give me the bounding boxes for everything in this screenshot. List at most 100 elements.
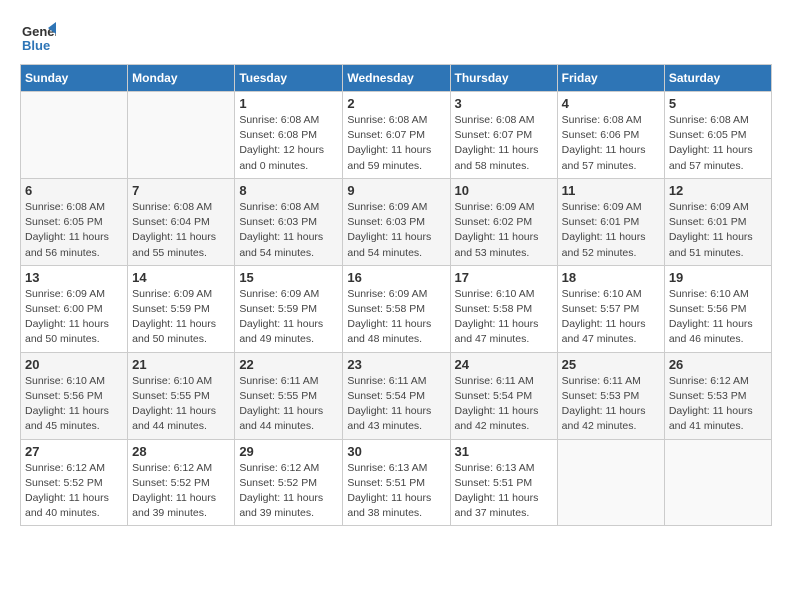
day-info: Sunrise: 6:08 AM Sunset: 6:08 PM Dayligh… xyxy=(239,113,338,174)
calendar-week-2: 6Sunrise: 6:08 AM Sunset: 6:05 PM Daylig… xyxy=(21,178,772,265)
calendar-cell: 17Sunrise: 6:10 AM Sunset: 5:58 PM Dayli… xyxy=(450,265,557,352)
day-number: 28 xyxy=(132,444,230,459)
day-info: Sunrise: 6:12 AM Sunset: 5:52 PM Dayligh… xyxy=(25,461,123,522)
calendar-cell: 19Sunrise: 6:10 AM Sunset: 5:56 PM Dayli… xyxy=(664,265,771,352)
day-number: 1 xyxy=(239,96,338,111)
header-day-friday: Friday xyxy=(557,65,664,92)
day-number: 11 xyxy=(562,183,660,198)
calendar-cell: 7 Sunrise: 6:08 AM Sunset: 6:04 PM Daylig… xyxy=(128,178,235,265)
day-number: 31 xyxy=(455,444,553,459)
day-number: 16 xyxy=(347,270,445,285)
day-number: 18 xyxy=(562,270,660,285)
page: General Blue SundayMondayTuesdayWednesda… xyxy=(0,0,792,536)
day-info: Sunrise: 6:08 AM Sunset: 6:03 PM Dayligh… xyxy=(239,200,338,261)
calendar-cell: 9 Sunrise: 6:09 AM Sunset: 6:03 PM Daylig… xyxy=(343,178,450,265)
calendar-cell: 14 Sunrise: 6:09 AM Sunset: 5:59 PM Dayli… xyxy=(128,265,235,352)
day-info: Sunrise: 6:11 AM Sunset: 5:54 PM Dayligh… xyxy=(347,374,445,435)
day-info: Sunrise: 6:09 AM Sunset: 6:01 PM Dayligh… xyxy=(669,200,767,261)
calendar-cell: 23 Sunrise: 6:11 AM Sunset: 5:54 PM Dayli… xyxy=(343,352,450,439)
calendar-week-4: 20Sunrise: 6:10 AM Sunset: 5:56 PM Dayli… xyxy=(21,352,772,439)
day-number: 30 xyxy=(347,444,445,459)
day-info: Sunrise: 6:09 AM Sunset: 6:03 PM Dayligh… xyxy=(347,200,445,261)
day-number: 15 xyxy=(239,270,338,285)
day-info: Sunrise: 6:08 AM Sunset: 6:04 PM Dayligh… xyxy=(132,200,230,261)
calendar-cell: 25 Sunrise: 6:11 AM Sunset: 5:53 PM Dayli… xyxy=(557,352,664,439)
calendar-cell: 8 Sunrise: 6:08 AM Sunset: 6:03 PM Daylig… xyxy=(235,178,343,265)
header-day-monday: Monday xyxy=(128,65,235,92)
calendar-table: SundayMondayTuesdayWednesdayThursdayFrid… xyxy=(20,64,772,526)
day-number: 23 xyxy=(347,357,445,372)
header-day-thursday: Thursday xyxy=(450,65,557,92)
calendar-cell: 29 Sunrise: 6:12 AM Sunset: 5:52 PM Dayli… xyxy=(235,439,343,526)
logo: General Blue xyxy=(20,20,60,56)
day-info: Sunrise: 6:10 AM Sunset: 5:58 PM Dayligh… xyxy=(455,287,553,348)
day-info: Sunrise: 6:13 AM Sunset: 5:51 PM Dayligh… xyxy=(455,461,553,522)
day-number: 24 xyxy=(455,357,553,372)
header-row: General Blue xyxy=(20,20,772,56)
calendar-cell xyxy=(128,92,235,179)
calendar-cell: 26 Sunrise: 6:12 AM Sunset: 5:53 PM Dayli… xyxy=(664,352,771,439)
day-info: Sunrise: 6:11 AM Sunset: 5:54 PM Dayligh… xyxy=(455,374,553,435)
day-number: 22 xyxy=(239,357,338,372)
calendar-cell: 6Sunrise: 6:08 AM Sunset: 6:05 PM Daylig… xyxy=(21,178,128,265)
day-number: 25 xyxy=(562,357,660,372)
day-info: Sunrise: 6:12 AM Sunset: 5:52 PM Dayligh… xyxy=(239,461,338,522)
day-info: Sunrise: 6:10 AM Sunset: 5:56 PM Dayligh… xyxy=(25,374,123,435)
day-info: Sunrise: 6:09 AM Sunset: 6:01 PM Dayligh… xyxy=(562,200,660,261)
day-number: 29 xyxy=(239,444,338,459)
day-info: Sunrise: 6:10 AM Sunset: 5:57 PM Dayligh… xyxy=(562,287,660,348)
day-info: Sunrise: 6:10 AM Sunset: 5:56 PM Dayligh… xyxy=(669,287,767,348)
calendar-header-row: SundayMondayTuesdayWednesdayThursdayFrid… xyxy=(21,65,772,92)
day-info: Sunrise: 6:12 AM Sunset: 5:53 PM Dayligh… xyxy=(669,374,767,435)
day-info: Sunrise: 6:09 AM Sunset: 5:58 PM Dayligh… xyxy=(347,287,445,348)
day-info: Sunrise: 6:08 AM Sunset: 6:07 PM Dayligh… xyxy=(347,113,445,174)
calendar-cell: 5 Sunrise: 6:08 AM Sunset: 6:05 PM Daylig… xyxy=(664,92,771,179)
calendar-cell: 24 Sunrise: 6:11 AM Sunset: 5:54 PM Dayli… xyxy=(450,352,557,439)
day-info: Sunrise: 6:08 AM Sunset: 6:07 PM Dayligh… xyxy=(455,113,553,174)
day-info: Sunrise: 6:11 AM Sunset: 5:55 PM Dayligh… xyxy=(239,374,338,435)
day-number: 8 xyxy=(239,183,338,198)
day-info: Sunrise: 6:08 AM Sunset: 6:05 PM Dayligh… xyxy=(669,113,767,174)
logo-icon: General Blue xyxy=(20,20,56,56)
day-number: 6 xyxy=(25,183,123,198)
calendar-cell: 3 Sunrise: 6:08 AM Sunset: 6:07 PM Daylig… xyxy=(450,92,557,179)
calendar-cell xyxy=(664,439,771,526)
day-number: 3 xyxy=(455,96,553,111)
calendar-cell: 20Sunrise: 6:10 AM Sunset: 5:56 PM Dayli… xyxy=(21,352,128,439)
header-day-wednesday: Wednesday xyxy=(343,65,450,92)
calendar-cell: 11 Sunrise: 6:09 AM Sunset: 6:01 PM Dayli… xyxy=(557,178,664,265)
calendar-cell: 31 Sunrise: 6:13 AM Sunset: 5:51 PM Dayli… xyxy=(450,439,557,526)
calendar-cell: 28Sunrise: 6:12 AM Sunset: 5:52 PM Dayli… xyxy=(128,439,235,526)
calendar-cell: 10 Sunrise: 6:09 AM Sunset: 6:02 PM Dayli… xyxy=(450,178,557,265)
day-info: Sunrise: 6:13 AM Sunset: 5:51 PM Dayligh… xyxy=(347,461,445,522)
calendar-cell: 2Sunrise: 6:08 AM Sunset: 6:07 PM Daylig… xyxy=(343,92,450,179)
day-number: 27 xyxy=(25,444,123,459)
calendar-cell xyxy=(557,439,664,526)
calendar-week-5: 27 Sunrise: 6:12 AM Sunset: 5:52 PM Dayli… xyxy=(21,439,772,526)
calendar-cell: 18 Sunrise: 6:10 AM Sunset: 5:57 PM Dayli… xyxy=(557,265,664,352)
calendar-cell: 21Sunrise: 6:10 AM Sunset: 5:55 PM Dayli… xyxy=(128,352,235,439)
calendar-week-1: 1 Sunrise: 6:08 AM Sunset: 6:08 PM Daylig… xyxy=(21,92,772,179)
calendar-week-3: 13Sunrise: 6:09 AM Sunset: 6:00 PM Dayli… xyxy=(21,265,772,352)
day-info: Sunrise: 6:09 AM Sunset: 5:59 PM Dayligh… xyxy=(132,287,230,348)
calendar-cell: 22 Sunrise: 6:11 AM Sunset: 5:55 PM Dayli… xyxy=(235,352,343,439)
header-day-saturday: Saturday xyxy=(664,65,771,92)
day-info: Sunrise: 6:09 AM Sunset: 6:02 PM Dayligh… xyxy=(455,200,553,261)
calendar-cell: 16 Sunrise: 6:09 AM Sunset: 5:58 PM Dayli… xyxy=(343,265,450,352)
calendar-cell: 4Sunrise: 6:08 AM Sunset: 6:06 PM Daylig… xyxy=(557,92,664,179)
day-number: 26 xyxy=(669,357,767,372)
svg-text:Blue: Blue xyxy=(22,38,50,53)
day-number: 5 xyxy=(669,96,767,111)
day-number: 9 xyxy=(347,183,445,198)
header-day-sunday: Sunday xyxy=(21,65,128,92)
day-number: 7 xyxy=(132,183,230,198)
calendar-cell: 30 Sunrise: 6:13 AM Sunset: 5:51 PM Dayli… xyxy=(343,439,450,526)
calendar-cell: 12Sunrise: 6:09 AM Sunset: 6:01 PM Dayli… xyxy=(664,178,771,265)
day-info: Sunrise: 6:11 AM Sunset: 5:53 PM Dayligh… xyxy=(562,374,660,435)
day-number: 21 xyxy=(132,357,230,372)
day-info: Sunrise: 6:09 AM Sunset: 5:59 PM Dayligh… xyxy=(239,287,338,348)
calendar-cell xyxy=(21,92,128,179)
day-number: 14 xyxy=(132,270,230,285)
day-info: Sunrise: 6:08 AM Sunset: 6:06 PM Dayligh… xyxy=(562,113,660,174)
day-number: 10 xyxy=(455,183,553,198)
